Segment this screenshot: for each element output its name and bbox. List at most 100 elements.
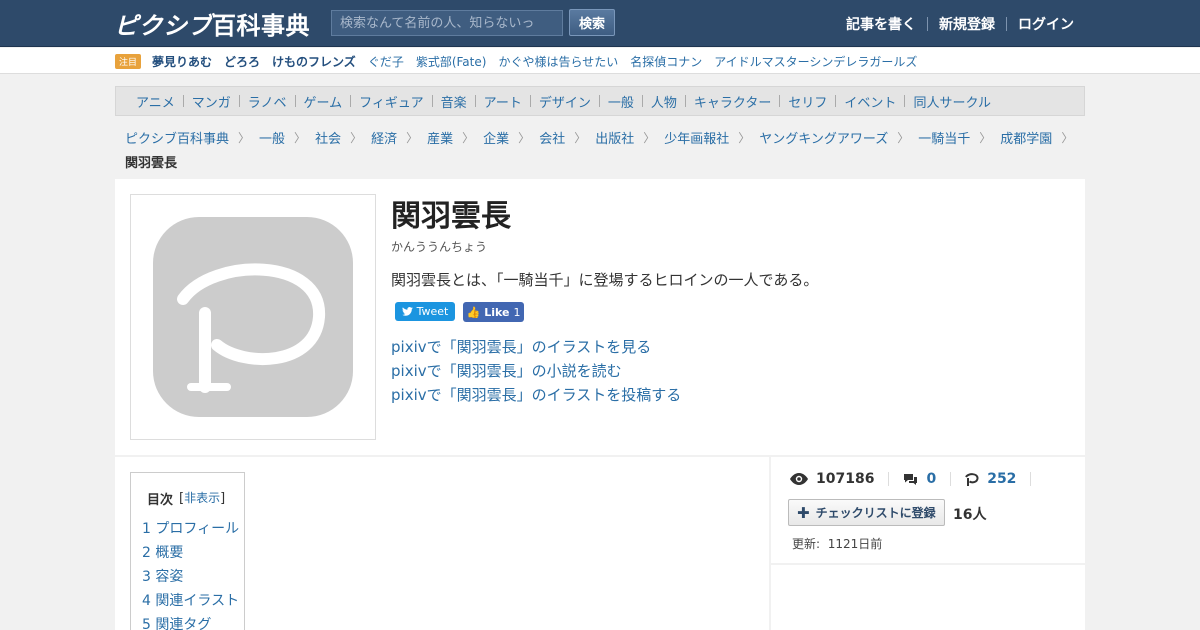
toc-item[interactable]: 2 概要: [142, 541, 239, 565]
chevron-right-icon: 〉: [350, 131, 363, 145]
breadcrumb-link[interactable]: 会社: [539, 128, 565, 147]
stats-separator: [1030, 472, 1032, 486]
table-of-contents: 目次 [非表示] 1 プロフィール 2 概要 3 容姿 4 関連イラスト 5 関…: [130, 472, 245, 630]
like-count: 1: [513, 305, 521, 319]
category-link[interactable]: 同人サークル: [905, 92, 999, 111]
chevron-right-icon: 〉: [1061, 131, 1074, 145]
breadcrumb-link[interactable]: 社会: [315, 128, 341, 147]
view-illustrations-link[interactable]: pixivで「関羽雲長」のイラストを見る: [391, 335, 681, 359]
article-thumbnail[interactable]: [130, 194, 376, 440]
post-illustration-link[interactable]: pixivで「関羽雲長」のイラストを投稿する: [391, 383, 681, 407]
breadcrumb-link[interactable]: ヤングキングアワーズ: [759, 128, 888, 147]
chevron-right-icon: 〉: [897, 131, 910, 145]
category-link[interactable]: 人物: [643, 92, 685, 111]
category-link[interactable]: デザイン: [531, 92, 599, 111]
category-link[interactable]: キャラクター: [686, 92, 779, 111]
eye-icon: [790, 473, 808, 485]
trending-link[interactable]: どろろ: [224, 53, 260, 70]
login-link[interactable]: ログイン: [1007, 14, 1085, 34]
toc-toggle: [非表示]: [179, 491, 226, 506]
tweet-label: Tweet: [416, 305, 449, 318]
checklist-count: 16人: [953, 507, 987, 523]
breadcrumb-link[interactable]: 一般: [259, 128, 285, 147]
comments-stat[interactable]: 0: [903, 471, 950, 487]
comments-icon: [904, 473, 918, 485]
search-input[interactable]: [331, 10, 563, 36]
chevron-right-icon: 〉: [738, 131, 751, 145]
stats-separator: [950, 472, 952, 486]
trending-bar: 注目 夢見りあむ どろろ けものフレンズ ぐだ子 紫式部(Fate) かぐや様は…: [0, 48, 1200, 74]
toc-item[interactable]: 3 容姿: [142, 565, 239, 589]
article-stats-panel: 107186 0 252 ✚ チェックリストに登録 16人 更新: 1121日前: [771, 457, 1085, 563]
pixiv-links: pixivで「関羽雲長」のイラストを見る pixivで「関羽雲長」の小説を読む …: [391, 335, 681, 407]
trending-link[interactable]: 紫式部(Fate): [416, 53, 487, 70]
signup-link[interactable]: 新規登録: [928, 14, 1006, 34]
site-logo[interactable]: ピクシブ 百科事典: [114, 8, 310, 40]
article-title: 関羽雲長: [391, 199, 511, 234]
read-novels-link[interactable]: pixivで「関羽雲長」の小説を読む: [391, 359, 681, 383]
checklist-label: チェックリストに登録: [815, 506, 936, 520]
trending-badge: 注目: [115, 53, 142, 69]
chevron-right-icon: 〉: [979, 131, 992, 145]
chevron-right-icon: 〉: [462, 131, 475, 145]
trending-link[interactable]: アイドルマスターシンデレラガールズ: [714, 53, 917, 70]
toc-item[interactable]: 1 プロフィール: [142, 517, 239, 541]
plus-icon: ✚: [797, 503, 810, 522]
trending-link[interactable]: 夢見りあむ: [152, 53, 212, 70]
logo-kana: ピクシブ: [114, 11, 212, 40]
article-header-card: 関羽雲長 かんううんちょう 関羽雲長とは、「一騎当千」に登場するヒロインの一人で…: [115, 179, 1085, 455]
thumbs-up-icon: 👍: [466, 305, 481, 319]
breadcrumb: ピクシブ百科事典〉 一般〉 社会〉 経済〉 産業〉 企業〉 会社〉 出版社〉 少…: [125, 128, 1073, 147]
breadcrumb-link[interactable]: 少年画報社: [664, 128, 729, 147]
stats-row: 107186 0 252: [790, 471, 1045, 487]
write-article-link[interactable]: 記事を書く: [835, 14, 927, 34]
toc-hide-link[interactable]: 非表示: [184, 491, 220, 505]
pixiv-works-stat[interactable]: 252: [965, 471, 1030, 487]
views-count: 107186: [816, 471, 875, 487]
add-to-checklist-button[interactable]: ✚ チェックリストに登録: [788, 499, 945, 526]
toc-item[interactable]: 4 関連イラスト: [142, 589, 239, 613]
chevron-right-icon: 〉: [238, 131, 251, 145]
toc-item[interactable]: 5 関連タグ: [142, 613, 239, 630]
category-link[interactable]: イベント: [836, 92, 904, 111]
comments-count: 0: [926, 471, 937, 487]
trending-link[interactable]: かぐや様は告らせたい: [498, 53, 618, 70]
article-body: 目次 [非表示] 1 プロフィール 2 概要 3 容姿 4 関連イラスト 5 関…: [115, 457, 769, 630]
chevron-right-icon: 〉: [643, 131, 656, 145]
category-link[interactable]: ラノベ: [240, 92, 295, 111]
pixiv-p-icon: [965, 472, 979, 486]
logo-kanji: 百科事典: [212, 11, 310, 40]
category-link[interactable]: アート: [476, 92, 530, 111]
trending-link[interactable]: けものフレンズ: [272, 53, 356, 70]
twitter-bird-icon: [401, 307, 413, 316]
chevron-right-icon: 〉: [574, 131, 587, 145]
category-link[interactable]: フィギュア: [351, 92, 431, 111]
search-button[interactable]: 検索: [569, 9, 615, 36]
breadcrumb-link[interactable]: ピクシブ百科事典: [125, 128, 229, 147]
chevron-right-icon: 〉: [518, 131, 531, 145]
sidebar-panel: [771, 565, 1085, 630]
category-link[interactable]: マンガ: [184, 92, 239, 111]
article-reading: かんううんちょう: [391, 240, 488, 254]
category-link[interactable]: 一般: [600, 92, 642, 111]
site-header: ピクシブ百科事典 検索 記事を書く 新規登録 ログイン: [0, 0, 1200, 47]
breadcrumb-link[interactable]: 一騎当千: [918, 128, 970, 147]
updated-value: 1121日前: [827, 537, 883, 551]
category-link[interactable]: ゲーム: [296, 92, 351, 111]
like-button[interactable]: 👍 Like 1: [463, 302, 524, 322]
breadcrumb-link[interactable]: 出版社: [595, 128, 634, 147]
category-link[interactable]: アニメ: [128, 92, 183, 111]
category-nav: アニメ マンガ ラノベ ゲーム フィギュア 音楽 アート デザイン 一般 人物 …: [115, 86, 1085, 116]
trending-link[interactable]: ぐだ子: [368, 53, 404, 70]
stats-separator: [888, 472, 890, 486]
breadcrumb-current: 関羽雲長: [125, 156, 178, 171]
category-link[interactable]: 音楽: [433, 92, 475, 111]
breadcrumb-link[interactable]: 企業: [483, 128, 509, 147]
breadcrumb-link[interactable]: 産業: [427, 128, 453, 147]
breadcrumb-link[interactable]: 経済: [371, 128, 397, 147]
breadcrumb-link[interactable]: 成都学園: [1000, 128, 1052, 147]
chevron-right-icon: 〉: [294, 131, 307, 145]
tweet-button[interactable]: Tweet: [395, 302, 455, 321]
trending-link[interactable]: 名探偵コナン: [630, 53, 702, 70]
category-link[interactable]: セリフ: [780, 92, 835, 111]
